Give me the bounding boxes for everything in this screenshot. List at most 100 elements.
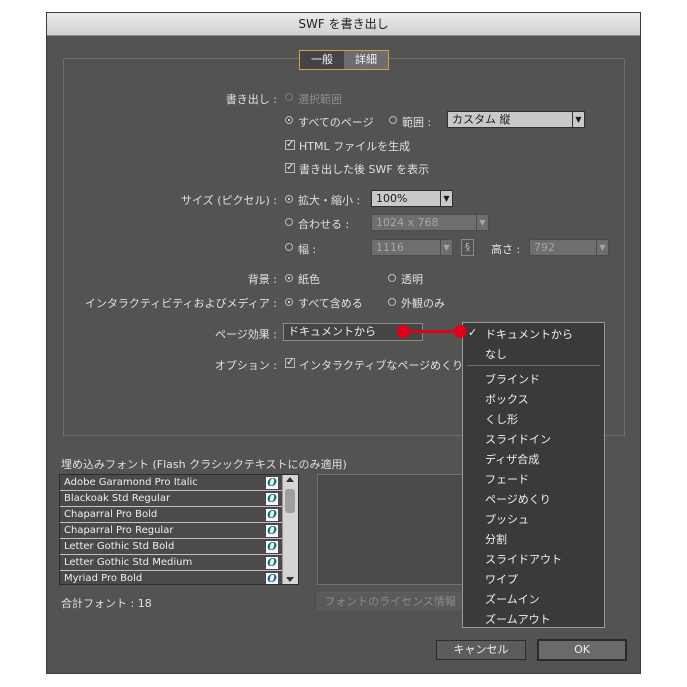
fit-select-value: 1024 x 768 <box>376 216 439 229</box>
view-after-export-checkbox[interactable]: ✓ <box>285 163 295 173</box>
range-select[interactable]: カスタム 縦 ▼ <box>447 111 585 128</box>
scroll-down-icon[interactable] <box>286 577 294 582</box>
size-label: サイズ (ピクセル) : <box>181 194 277 207</box>
menu-item[interactable]: ページめくり <box>485 491 551 507</box>
font-name: Adobe Garamond Pro Italic <box>64 477 198 488</box>
scale-select[interactable]: 100% ▼ <box>371 190 453 207</box>
interactivity-appearance-radio[interactable] <box>388 298 396 306</box>
list-item[interactable]: Myriad Pro Bold O <box>60 571 282 585</box>
opentype-font-icon: O <box>266 476 278 489</box>
page-effect-dropdown: ✓ ドキュメントから なし ブラインド ボックス くし形 スライドイン ディザ合… <box>462 322 605 628</box>
export-all-pages-radio[interactable] <box>285 116 293 124</box>
font-name: Chaparral Pro Regular <box>64 525 174 536</box>
menu-item[interactable]: なし <box>485 346 507 362</box>
background-paper-radio[interactable] <box>285 274 293 282</box>
background-transparent-radio[interactable] <box>388 274 396 282</box>
size-height-label: 高さ : <box>491 243 521 256</box>
opentype-font-icon: O <box>266 524 278 537</box>
size-fit-radio[interactable] <box>285 218 293 226</box>
list-item[interactable]: Adobe Garamond Pro Italic O <box>60 475 282 491</box>
opentype-font-icon: O <box>266 556 278 569</box>
list-item[interactable]: Chaparral Pro Regular O <box>60 523 282 539</box>
total-fonts-label: 合計フォント : 18 <box>61 597 152 610</box>
annotation-dot-end <box>454 325 467 338</box>
interactive-page-curl-checkbox[interactable]: ✓ <box>285 358 295 368</box>
chevron-down-icon: ▼ <box>476 215 488 230</box>
chevron-down-icon: ▼ <box>572 112 584 127</box>
list-item[interactable]: Blackoak Std Regular O <box>60 491 282 507</box>
export-all-pages-label: すべてのページ <box>298 116 374 129</box>
ok-button[interactable]: OK <box>537 639 627 661</box>
interactivity-include-all-label: すべて含める <box>298 297 363 310</box>
fit-select[interactable]: 1024 x 768 ▼ <box>371 214 489 231</box>
chevron-down-icon: ▼ <box>596 240 608 255</box>
menu-item[interactable]: 分割 <box>485 531 507 547</box>
background-transparent-label: 透明 <box>401 273 423 286</box>
list-item[interactable]: Chaparral Pro Bold O <box>60 507 282 523</box>
font-name: Letter Gothic Std Bold <box>64 541 175 552</box>
link-icon[interactable]: § <box>461 239 474 256</box>
font-name: Chaparral Pro Bold <box>64 509 158 520</box>
generate-html-checkbox[interactable]: ✓ <box>285 140 295 150</box>
menu-item[interactable]: プッシュ <box>485 511 529 527</box>
height-value: 792 <box>534 241 555 254</box>
page-effect-label: ページ効果 : <box>215 328 277 341</box>
page-effect-value: ドキュメントから <box>288 325 376 338</box>
cancel-button[interactable]: キャンセル <box>436 640 526 660</box>
export-selection-label: 選択範囲 <box>298 93 342 106</box>
interactivity-label: インタラクティビティおよびメディア : <box>84 297 277 310</box>
range-select-value: カスタム 縦 <box>452 113 511 126</box>
font-name: Letter Gothic Std Medium <box>64 557 193 568</box>
options-label: オプション : <box>214 359 277 372</box>
menu-item[interactable]: ボックス <box>485 391 529 407</box>
export-selection-radio[interactable] <box>285 93 293 101</box>
menu-item[interactable]: ズームイン <box>485 591 540 607</box>
opentype-font-icon: O <box>266 492 278 505</box>
font-list: Adobe Garamond Pro Italic O Blackoak Std… <box>59 474 299 585</box>
width-value: 1116 <box>376 241 404 254</box>
height-input[interactable]: 792 ▼ <box>529 239 609 256</box>
chevron-down-icon: ▼ <box>440 191 452 206</box>
interactivity-include-all-radio[interactable] <box>285 298 293 306</box>
scroll-up-icon[interactable] <box>286 477 294 482</box>
menu-item[interactable]: ズームアウト <box>485 611 551 627</box>
menu-item[interactable]: ドキュメントから <box>485 326 573 342</box>
dialog-title: SWF を書き出し <box>47 13 640 36</box>
interactivity-appearance-label: 外観のみ <box>401 297 445 310</box>
scale-select-value: 100% <box>376 192 408 205</box>
tab-general[interactable]: 一般 <box>300 51 344 69</box>
generate-html-label: HTML ファイルを生成 <box>299 140 411 153</box>
width-input[interactable]: 1116 ▼ <box>371 239 453 256</box>
font-name: Myriad Pro Bold <box>64 573 143 584</box>
menu-item[interactable]: フェード <box>485 471 529 487</box>
menu-item[interactable]: ワイプ <box>485 571 518 587</box>
chevron-down-icon: ▼ <box>440 240 452 255</box>
menu-item[interactable]: くし形 <box>485 411 518 427</box>
font-license-button[interactable]: フォントのライセンス情報 <box>317 592 463 610</box>
list-item[interactable]: Letter Gothic Std Medium O <box>60 555 282 571</box>
interactive-page-curl-label: インタラクティブなページめくり <box>299 359 463 372</box>
background-label: 背景 : <box>247 273 277 286</box>
opentype-font-icon: O <box>266 540 278 553</box>
menu-item[interactable]: ブラインド <box>485 371 540 387</box>
scroll-thumb[interactable] <box>285 489 295 513</box>
list-item[interactable]: Letter Gothic Std Bold O <box>60 539 282 555</box>
font-name: Blackoak Std Regular <box>64 493 171 504</box>
export-range-label: 範囲 : <box>402 116 432 129</box>
tab-advanced[interactable]: 詳細 <box>344 51 388 69</box>
annotation-dot-start <box>397 325 410 338</box>
opentype-font-icon: O <box>266 572 278 585</box>
menu-item[interactable]: ディザ合成 <box>485 451 539 467</box>
size-scale-label: 拡大・縮小 : <box>298 194 361 207</box>
menu-item[interactable]: スライドイン <box>485 431 551 447</box>
annotation-connector-line <box>404 330 460 333</box>
export-label: 書き出し : <box>225 93 277 106</box>
menu-separator <box>467 365 600 366</box>
font-list-scrollbar[interactable] <box>282 475 298 584</box>
size-fit-label: 合わせる : <box>298 218 350 231</box>
export-range-radio[interactable] <box>389 116 397 124</box>
size-width-radio[interactable] <box>285 243 293 251</box>
size-scale-radio[interactable] <box>285 195 293 203</box>
view-after-export-label: 書き出した後 SWF を表示 <box>299 163 430 176</box>
menu-item[interactable]: スライドアウト <box>485 551 562 567</box>
